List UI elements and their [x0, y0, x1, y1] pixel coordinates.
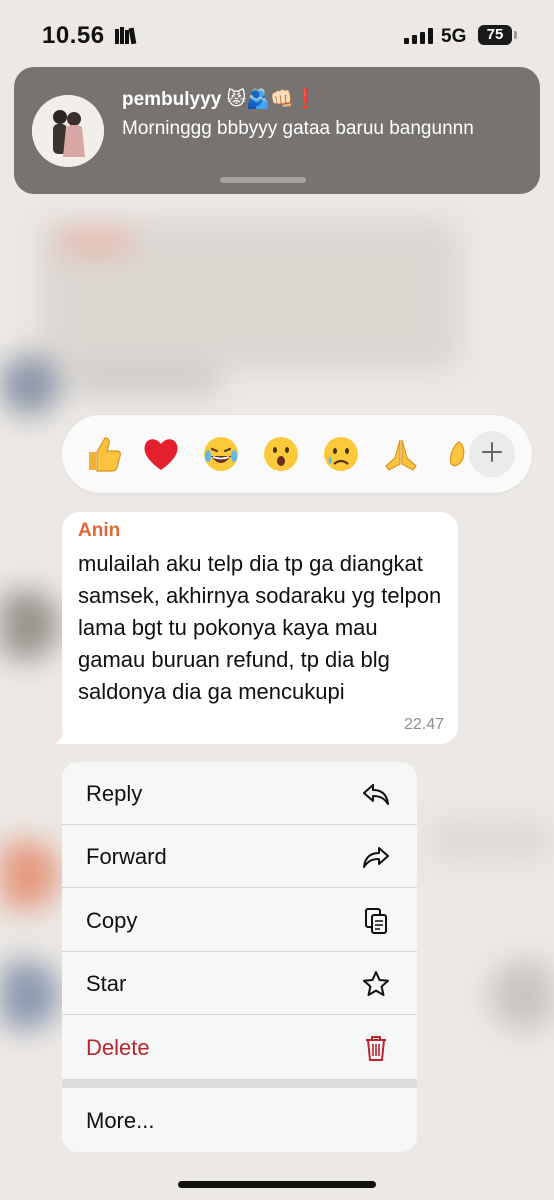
menu-item-copy[interactable]: Copy [62, 889, 417, 952]
avatar [32, 95, 104, 167]
signal-icon [404, 28, 434, 49]
books-icon [114, 26, 138, 51]
menu-label-reply: Reply [86, 781, 143, 806]
menu-label-copy: Copy [86, 908, 138, 933]
notification-title: pembulyyy 😾🫂👊🏻❗ [122, 89, 318, 110]
menu-item-star[interactable]: Star [62, 952, 417, 1015]
message-sender: Anin [78, 520, 121, 541]
menu-item-delete[interactable]: Delete [62, 1016, 417, 1079]
copy-icon [362, 907, 390, 935]
reaction-heart[interactable] [138, 431, 184, 477]
menu-label-delete: Delete [86, 1035, 150, 1060]
reaction-bar [62, 415, 532, 493]
reaction-surprised[interactable] [258, 431, 304, 477]
menu-label-star: Star [86, 971, 127, 996]
reaction-thumbs-up[interactable] [80, 431, 126, 477]
reply-icon [362, 780, 390, 808]
menu-divider [62, 1079, 417, 1088]
menu-item-forward[interactable]: Forward [62, 825, 417, 888]
menu-label-forward: Forward [86, 844, 167, 869]
reaction-crying[interactable] [318, 431, 364, 477]
status-bar: 10.56 5G 75 [0, 0, 554, 64]
status-time: 10.56 [42, 22, 105, 49]
reaction-praying-hands[interactable] [378, 431, 424, 477]
network-type: 5G [441, 26, 467, 47]
message-text: mulailah aku telp dia tp ga diangkat sam… [78, 551, 442, 704]
forward-icon [362, 843, 390, 871]
reaction-laughing[interactable] [198, 431, 244, 477]
menu-item-more[interactable]: More... [62, 1089, 417, 1152]
battery-icon: 75 [478, 25, 517, 45]
menu-label-more: More... [86, 1108, 155, 1133]
star-icon [362, 970, 390, 998]
home-indicator[interactable] [178, 1181, 376, 1188]
message-bubble[interactable]: Anin mulailah aku telp dia tp ga diangka… [62, 512, 458, 744]
notification-message: Morninggg bbbyyy gataa baruu bangunnn [122, 118, 474, 139]
notification-handle[interactable] [220, 177, 306, 183]
plus-icon [481, 441, 503, 468]
notification-banner[interactable]: pembulyyy 😾🫂👊🏻❗ Morninggg bbbyyy gataa b… [14, 67, 540, 194]
message-context-menu: Reply Forward Copy Star Delete More... [62, 762, 417, 1152]
menu-item-reply[interactable]: Reply [62, 762, 417, 825]
trash-icon [362, 1034, 390, 1062]
add-reaction-button[interactable] [469, 431, 515, 477]
message-timestamp: 22.47 [403, 716, 444, 733]
